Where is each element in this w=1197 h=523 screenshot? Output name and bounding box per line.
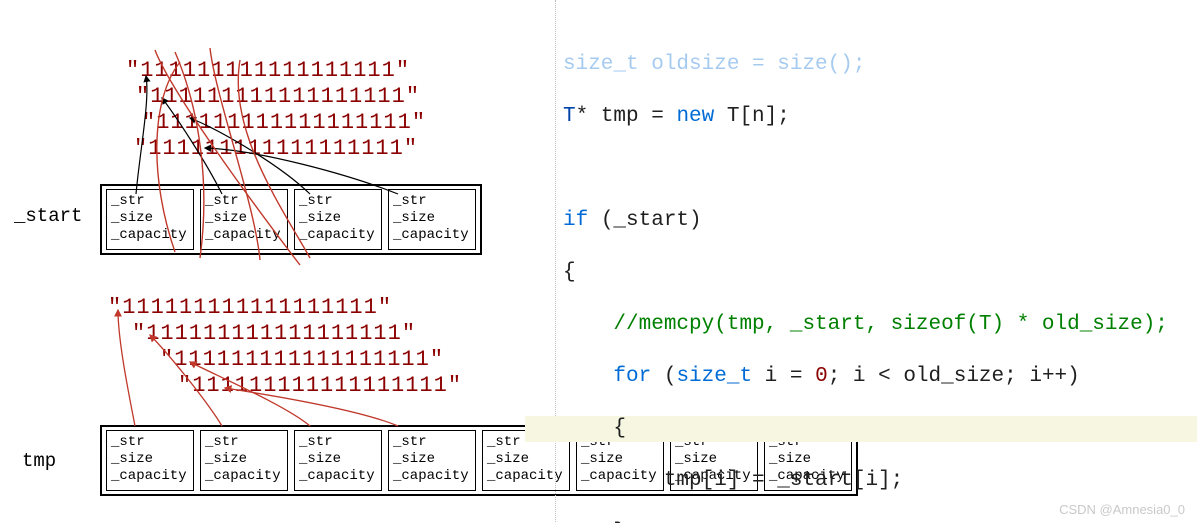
code-line: for (size_t i = 0; i < old_size; i++) (525, 364, 1197, 390)
tmp-str-0: "111111111111111111" (108, 295, 462, 321)
code-line: size_t oldsize = size(); (525, 52, 1197, 78)
tmp-str-1: "111111111111111111" (132, 321, 462, 347)
tmp-string-literals: "111111111111111111" "111111111111111111… (108, 295, 462, 399)
code-line (525, 156, 1197, 182)
tmp-label: tmp (22, 450, 56, 472)
tmp-cell: _str_size_capacity (106, 430, 194, 491)
tmp-str-2: "111111111111111111" (160, 347, 462, 373)
watermark: CSDN @Amnesia0_0 (1059, 502, 1185, 517)
tmp-cell: _str_size_capacity (200, 430, 288, 491)
tmp-str-3: "111111111111111111" (178, 373, 462, 399)
start-cell: _str_size_capacity (200, 189, 288, 250)
start-array: _str_size_capacity _str_size_capacity _s… (100, 184, 482, 255)
code-line: T* tmp = new T[n]; (525, 104, 1197, 130)
start-cell: _str_size_capacity (294, 189, 382, 250)
start-cell: _str_size_capacity (388, 189, 476, 250)
code-snippet: size_t oldsize = size(); T* tmp = new T[… (525, 0, 1197, 523)
memory-diagram: "111111111111111111" "111111111111111111… (0, 0, 520, 523)
start-label: _start (14, 205, 82, 227)
start-str-3: "111111111111111111" (134, 136, 426, 162)
tmp-cell: _str_size_capacity (294, 430, 382, 491)
start-str-0: "111111111111111111" (126, 58, 426, 84)
code-line: if (_start) (525, 208, 1197, 234)
code-line: { (525, 260, 1197, 286)
start-str-2: "111111111111111111" (142, 110, 426, 136)
code-line: //memcpy(tmp, _start, sizeof(T) * old_si… (525, 312, 1197, 338)
code-line-highlight: { (525, 416, 1197, 442)
code-line: tmp[i] = _start[i]; (525, 468, 1197, 494)
tmp-cell: _str_size_capacity (388, 430, 476, 491)
start-string-literals: "111111111111111111" "111111111111111111… (126, 58, 426, 162)
start-cell: _str_size_capacity (106, 189, 194, 250)
start-str-1: "111111111111111111" (136, 84, 426, 110)
